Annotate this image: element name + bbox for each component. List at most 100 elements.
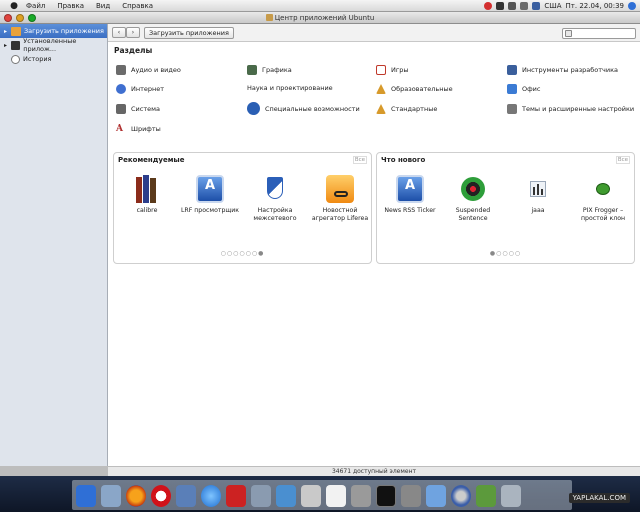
category-label: Аудио и видео (131, 66, 181, 74)
category-label: Инструменты разработчика (522, 66, 619, 74)
forward-button[interactable]: › (126, 27, 140, 38)
new-app-suspended-sentence[interactable]: Suspended Sentence (442, 175, 504, 222)
whats-new-panel: Что нового Все A News RSS Ticker Suspend… (376, 152, 635, 264)
trash-icon[interactable] (501, 485, 521, 507)
category-themes-tweaks[interactable]: Темы и расширенные настройки (507, 104, 634, 114)
toolbar: ‹ › Загрузить приложения (108, 24, 640, 42)
battery-icon[interactable] (520, 2, 529, 10)
app-name: Настройка межсетевого (253, 207, 297, 222)
app-name: jaaa (531, 207, 545, 214)
category-accessories[interactable]: Стандартные (376, 104, 437, 114)
finder-icon[interactable] (76, 485, 96, 507)
breadcrumb-get-software[interactable]: Загрузить приложения (144, 26, 234, 39)
accessories-icon (376, 104, 386, 114)
menu-file[interactable]: Файл (20, 0, 51, 12)
scanner-icon[interactable] (301, 485, 321, 507)
sidebar-item-get-software[interactable]: ▸ Загрузить приложения (0, 24, 107, 38)
firefox-icon[interactable] (126, 485, 146, 507)
featured-app-firewall[interactable]: Настройка межсетевого (244, 175, 306, 222)
shield-icon (261, 175, 289, 203)
input-locale[interactable]: США (544, 0, 561, 12)
back-button[interactable]: ‹ (112, 27, 126, 38)
wifi-icon[interactable] (508, 2, 517, 10)
expand-arrow-icon[interactable]: ▸ (4, 28, 10, 35)
apple-menu-icon[interactable]: ● (8, 0, 20, 12)
ebook-icon[interactable] (226, 485, 246, 507)
category-science-engineering[interactable]: Наука и проектирование (247, 84, 333, 92)
folder-icon[interactable] (426, 485, 446, 507)
app-store-a-icon: A (196, 175, 224, 203)
terminal-icon[interactable] (376, 485, 396, 507)
whats-new-pager[interactable]: ●○○○○ (377, 250, 634, 257)
watermark: YAPLAKAL.COM (568, 493, 630, 503)
calculator-icon[interactable] (351, 485, 371, 507)
settings-icon[interactable] (401, 485, 421, 507)
featured-app-calibre[interactable]: calibre (116, 175, 178, 215)
sidebar-item-label: Установленные прилож... (23, 37, 77, 53)
category-games[interactable]: Игры (376, 65, 409, 75)
themes-icon (507, 104, 517, 114)
sidebar-item-history[interactable]: История (0, 52, 107, 66)
app-name: Suspended Sentence (455, 207, 491, 222)
window-title: Центр приложений Ubuntu (274, 13, 375, 22)
camera-icon (459, 175, 487, 203)
itunes-icon[interactable] (201, 485, 221, 507)
dock (72, 480, 572, 510)
frog-icon (589, 175, 617, 203)
fonts-icon: A (116, 124, 126, 134)
featured-pager[interactable]: ○○○○○○● (114, 250, 371, 257)
alert-icon[interactable] (484, 2, 493, 10)
category-accessibility[interactable]: Специальные возможности (247, 102, 360, 115)
history-clock-icon (11, 54, 20, 64)
disc-icon[interactable] (451, 485, 471, 507)
category-label: Наука и проектирование (247, 84, 333, 92)
menu-edit[interactable]: Правка (51, 0, 90, 12)
category-developer-tools[interactable]: Инструменты разработчика (507, 65, 618, 75)
opera-icon[interactable] (151, 485, 171, 507)
chat-icon[interactable] (176, 485, 196, 507)
featured-app-lrf-viewer[interactable]: A LRF просмотрщик (179, 175, 241, 215)
app-name: News RSS Ticker (384, 207, 436, 214)
category-fonts[interactable]: A Шрифты (116, 124, 161, 134)
software-center-icon (265, 13, 273, 21)
category-audio-video[interactable]: Аудио и видео (116, 65, 181, 75)
featured-app-liferea[interactable]: Новостной агрегатор Liferea (309, 175, 371, 222)
featured-all-button[interactable]: Все (352, 156, 367, 164)
search-input[interactable] (562, 28, 636, 39)
featured-panel: Рекомендуемые Все calibre A LRF просмотр… (113, 152, 372, 264)
photos-icon[interactable] (251, 485, 271, 507)
textedit-icon[interactable] (326, 485, 346, 507)
menu-view[interactable]: Вид (90, 0, 116, 12)
app-name: Новостной агрегатор Liferea (311, 207, 369, 222)
app-name: calibre (136, 207, 158, 214)
category-system[interactable]: Система (116, 104, 160, 114)
screen-icon[interactable] (276, 485, 296, 507)
category-label: Система (131, 105, 161, 113)
menu-bar: ● Файл Правка Вид Справка США Пт. 22.04,… (0, 0, 640, 12)
whats-new-all-button[interactable]: Все (615, 156, 630, 164)
new-app-news-rss-ticker[interactable]: A News RSS Ticker (379, 175, 441, 215)
category-internet[interactable]: Интернет (116, 84, 164, 94)
clock[interactable]: Пт. 22.04, 00:39 (566, 0, 624, 12)
download-apps-icon (11, 26, 21, 36)
menu-help[interactable]: Справка (116, 0, 159, 12)
sections-heading: Разделы (114, 46, 153, 55)
sidebar: ▸ Загрузить приложения ▸ Установленные п… (0, 24, 108, 466)
status-bar: 34671 доступный элемент (108, 466, 640, 476)
category-office[interactable]: Офис (507, 84, 540, 94)
spotlight-icon[interactable] (628, 2, 636, 10)
featured-title: Рекомендуемые (118, 156, 185, 164)
people-icon[interactable] (101, 485, 121, 507)
sound-icon[interactable] (496, 2, 505, 10)
category-graphics[interactable]: Графика (247, 65, 292, 75)
category-label: Графика (262, 66, 292, 74)
expand-arrow-icon[interactable]: ▸ (4, 42, 10, 49)
chart-icon (524, 175, 552, 203)
flag-icon[interactable] (532, 2, 541, 10)
sidebar-item-installed[interactable]: ▸ Установленные прилож... (0, 37, 107, 53)
main-content: ‹ › Загрузить приложения Разделы Аудио и… (108, 24, 640, 466)
new-app-pix-frogger[interactable]: PIX Frogger – простой клон (572, 175, 634, 222)
new-app-jaaa[interactable]: jaaa (507, 175, 569, 215)
package-icon[interactable] (476, 485, 496, 507)
category-education[interactable]: Образовательные (376, 84, 453, 94)
